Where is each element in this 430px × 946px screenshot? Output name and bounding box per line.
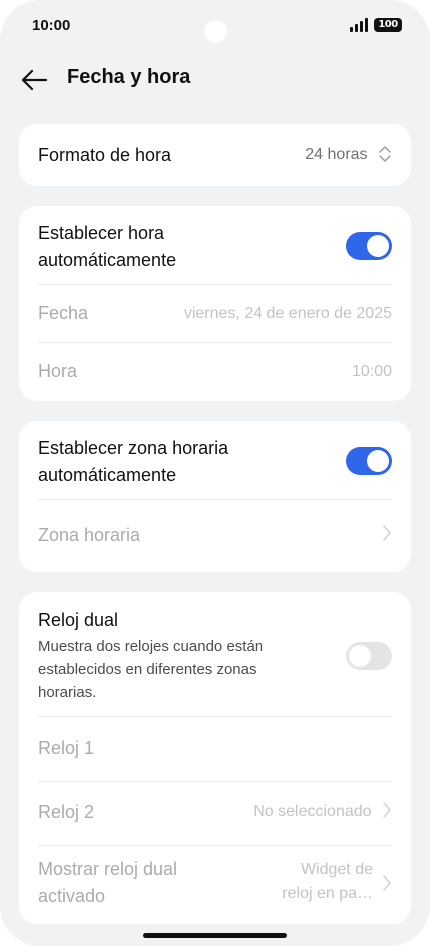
battery-icon: 100 [374, 18, 402, 32]
auto-timezone-row[interactable]: Establecer zona horaria automáticamente [19, 421, 411, 499]
time-label: Hora [38, 361, 78, 381]
clock2-label: Reloj 2 [38, 802, 95, 822]
show-dual-clock-value-line2: reloj en pa… [282, 885, 373, 902]
auto-time-label-line2: automáticamente [38, 250, 177, 270]
back-button[interactable] [18, 64, 50, 96]
signal-icon [350, 18, 370, 32]
chevron-right-icon [383, 802, 391, 819]
auto-timezone-toggle[interactable] [346, 447, 392, 475]
show-dual-clock-label-line2: activado [38, 886, 106, 906]
auto-time-card: Establecer hora automáticamente Fecha vi… [19, 206, 411, 401]
time-format-value: 24 horas [305, 146, 368, 164]
dual-clock-desc-line3: horarias. [38, 684, 97, 701]
chevron-right-icon [383, 525, 391, 541]
time-row: Hora 10:00 [19, 343, 411, 400]
clock2-value: No seleccionado [253, 803, 372, 820]
auto-timezone-label: Establecer zona horaria automáticamente [38, 435, 228, 489]
clock2-row: Reloj 2 No seleccionado [19, 782, 411, 845]
timezone-row: Zona horaria [19, 500, 411, 572]
date-value: viernes, 24 de enero de 2025 [183, 305, 392, 322]
camera-cutout [204, 20, 227, 43]
auto-timezone-card: Establecer zona horaria automáticamente … [19, 421, 411, 572]
arrow-left-icon [21, 69, 48, 91]
dual-clock-label: Reloj dual [38, 610, 119, 630]
dual-clock-card: Reloj dual Muestra dos relojes cuando es… [19, 592, 411, 924]
auto-time-row[interactable]: Establecer hora automáticamente [19, 206, 411, 284]
page-title: Fecha y hora [67, 66, 191, 88]
auto-timezone-label-line1: Establecer zona horaria [38, 438, 229, 458]
status-time: 10:00 [32, 17, 71, 34]
chevron-right-icon [383, 875, 391, 891]
clock2-value-group: No seleccionado [253, 802, 392, 821]
timezone-chevron-wrap [382, 524, 392, 542]
date-row: Fecha viernes, 24 de enero de 2025 [19, 285, 411, 342]
time-format-row[interactable]: Formato de hora 24 horas [19, 124, 411, 186]
dual-clock-description: Muestra dos relojes cuando están estable… [38, 635, 318, 704]
date-label: Fecha [38, 303, 89, 323]
show-dual-clock-row: Mostrar reloj dual activado Widget de re… [19, 846, 411, 924]
time-value: 10:00 [351, 363, 392, 380]
show-dual-clock-label: Mostrar reloj dual activado [38, 856, 177, 910]
time-format-card: Formato de hora 24 horas [19, 124, 411, 186]
screen: 10:00 100 Fecha y hora Formato de hora 2… [0, 0, 430, 946]
dual-clock-desc-line2: establecidos en diferentes zonas [38, 661, 257, 678]
home-indicator[interactable] [143, 933, 287, 938]
clock1-row: Reloj 1 [19, 717, 411, 781]
up-down-chevron-icon [379, 146, 391, 162]
show-dual-clock-label-line1: Mostrar reloj dual [38, 859, 178, 879]
time-format-label: Formato de hora [38, 145, 172, 165]
auto-time-label: Establecer hora automáticamente [38, 220, 176, 274]
time-format-value-group: 24 horas [305, 146, 392, 164]
dual-clock-desc-line1: Muestra dos relojes cuando están [38, 638, 264, 655]
status-bar: 10:00 100 [0, 0, 430, 50]
auto-timezone-label-line2: automáticamente [38, 465, 177, 485]
show-dual-clock-chevron-wrap [382, 874, 392, 892]
show-dual-clock-value: Widget de reloj en pa… [282, 858, 373, 906]
auto-time-toggle[interactable] [346, 232, 392, 260]
timezone-label: Zona horaria [38, 525, 141, 545]
dual-clock-row[interactable]: Reloj dual Muestra dos relojes cuando es… [19, 592, 411, 716]
clock1-label: Reloj 1 [38, 738, 95, 758]
auto-time-label-line1: Establecer hora [38, 223, 165, 243]
show-dual-clock-value-line1: Widget de [300, 861, 373, 878]
dual-clock-toggle[interactable] [346, 642, 392, 670]
